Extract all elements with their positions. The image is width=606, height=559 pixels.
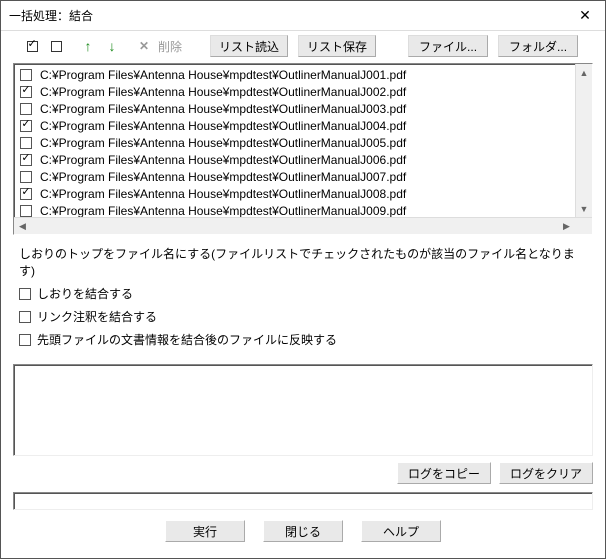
list-save-button[interactable]: リスト保存 bbox=[298, 35, 376, 57]
close-icon: ✕ bbox=[579, 7, 591, 24]
vertical-scrollbar[interactable]: ▲ ▼ bbox=[575, 64, 592, 217]
close-button[interactable]: ✕ bbox=[565, 1, 605, 31]
file-list-panel: C:¥Program Files¥Antenna House¥mpdtest¥O… bbox=[13, 63, 593, 235]
file-checkbox[interactable] bbox=[20, 205, 32, 217]
scroll-corner bbox=[575, 218, 592, 234]
file-checkbox[interactable] bbox=[20, 120, 32, 132]
file-row[interactable]: C:¥Program Files¥Antenna House¥mpdtest¥O… bbox=[14, 185, 592, 202]
close-dialog-button[interactable]: 閉じる bbox=[263, 520, 343, 542]
log-textarea[interactable] bbox=[13, 364, 593, 456]
file-path: C:¥Program Files¥Antenna House¥mpdtest¥O… bbox=[40, 85, 406, 99]
help-button[interactable]: ヘルプ bbox=[361, 520, 441, 542]
add-file-button[interactable]: ファイル... bbox=[408, 35, 488, 57]
move-down-button[interactable]: ↓ bbox=[101, 36, 123, 56]
file-checkbox[interactable] bbox=[20, 188, 32, 200]
titlebar: 一括処理：結合 ✕ bbox=[1, 1, 605, 31]
delete-button[interactable]: ✕ bbox=[133, 36, 155, 56]
merge-link-annots-label: リンク注釈を結合する bbox=[37, 308, 157, 325]
scroll-right-icon[interactable]: ▶ bbox=[558, 218, 575, 234]
scroll-left-icon[interactable]: ◀ bbox=[14, 218, 31, 234]
status-bar bbox=[13, 492, 593, 510]
file-checkbox[interactable] bbox=[20, 154, 32, 166]
delete-x-icon: ✕ bbox=[139, 40, 149, 52]
file-checkbox[interactable] bbox=[20, 137, 32, 149]
merge-link-annots-checkbox[interactable] bbox=[19, 311, 31, 323]
merge-bookmarks-checkbox[interactable] bbox=[19, 288, 31, 300]
apply-first-docinfo-label: 先頭ファイルの文書情報を結合後のファイルに反映する bbox=[37, 331, 337, 348]
run-button[interactable]: 実行 bbox=[165, 520, 245, 542]
apply-first-docinfo-checkbox[interactable] bbox=[19, 334, 31, 346]
file-row[interactable]: C:¥Program Files¥Antenna House¥mpdtest¥O… bbox=[14, 168, 592, 185]
options-panel: しおりのトップをファイル名にする(ファイルリストでチェックされたものが該当のファ… bbox=[1, 235, 605, 358]
file-row[interactable]: C:¥Program Files¥Antenna House¥mpdtest¥O… bbox=[14, 83, 592, 100]
add-folder-button[interactable]: フォルダ... bbox=[498, 35, 578, 57]
file-path: C:¥Program Files¥Antenna House¥mpdtest¥O… bbox=[40, 102, 406, 116]
merge-bookmarks-label: しおりを結合する bbox=[37, 285, 133, 302]
scroll-track[interactable] bbox=[576, 81, 592, 200]
delete-label: 削除 bbox=[158, 38, 182, 55]
file-path: C:¥Program Files¥Antenna House¥mpdtest¥O… bbox=[40, 170, 406, 184]
file-path: C:¥Program Files¥Antenna House¥mpdtest¥O… bbox=[40, 68, 406, 82]
check-all-button[interactable] bbox=[21, 36, 43, 56]
file-checkbox[interactable] bbox=[20, 86, 32, 98]
file-path: C:¥Program Files¥Antenna House¥mpdtest¥O… bbox=[40, 153, 406, 167]
list-load-button[interactable]: リスト読込 bbox=[210, 35, 288, 57]
clear-log-button[interactable]: ログをクリア bbox=[499, 462, 593, 484]
scroll-up-icon[interactable]: ▲ bbox=[576, 64, 592, 81]
scroll-track[interactable] bbox=[31, 218, 558, 234]
file-path: C:¥Program Files¥Antenna House¥mpdtest¥O… bbox=[40, 204, 406, 218]
arrow-up-icon: ↑ bbox=[85, 39, 92, 53]
log-buttons: ログをコピー ログをクリア bbox=[1, 456, 605, 490]
file-row[interactable]: C:¥Program Files¥Antenna House¥mpdtest¥O… bbox=[14, 100, 592, 117]
uncheck-all-button[interactable] bbox=[45, 36, 67, 56]
file-row[interactable]: C:¥Program Files¥Antenna House¥mpdtest¥O… bbox=[14, 117, 592, 134]
arrow-down-icon: ↓ bbox=[109, 39, 116, 53]
bookmark-top-note: しおりのトップをファイル名にする(ファイルリストでチェックされたものが該当のファ… bbox=[19, 245, 587, 279]
file-checkbox[interactable] bbox=[20, 69, 32, 81]
file-row[interactable]: C:¥Program Files¥Antenna House¥mpdtest¥O… bbox=[14, 66, 592, 83]
checkbox-empty-icon bbox=[51, 41, 62, 52]
file-checkbox[interactable] bbox=[20, 103, 32, 115]
file-path: C:¥Program Files¥Antenna House¥mpdtest¥O… bbox=[40, 119, 406, 133]
window-title: 一括処理：結合 bbox=[9, 7, 93, 24]
file-row[interactable]: C:¥Program Files¥Antenna House¥mpdtest¥O… bbox=[14, 151, 592, 168]
move-up-button[interactable]: ↑ bbox=[77, 36, 99, 56]
dialog-buttons: 実行 閉じる ヘルプ bbox=[1, 510, 605, 542]
checkbox-checked-icon bbox=[27, 41, 38, 52]
copy-log-button[interactable]: ログをコピー bbox=[397, 462, 491, 484]
scroll-down-icon[interactable]: ▼ bbox=[576, 200, 592, 217]
file-path: C:¥Program Files¥Antenna House¥mpdtest¥O… bbox=[40, 187, 406, 201]
file-path: C:¥Program Files¥Antenna House¥mpdtest¥O… bbox=[40, 136, 406, 150]
horizontal-scrollbar[interactable]: ◀ ▶ bbox=[14, 217, 592, 234]
file-row[interactable]: C:¥Program Files¥Antenna House¥mpdtest¥O… bbox=[14, 134, 592, 151]
file-list[interactable]: C:¥Program Files¥Antenna House¥mpdtest¥O… bbox=[14, 64, 592, 217]
toolbar: ↑ ↓ ✕ 削除 リスト読込 リスト保存 ファイル... フォルダ... bbox=[1, 31, 605, 61]
file-checkbox[interactable] bbox=[20, 171, 32, 183]
file-row[interactable]: C:¥Program Files¥Antenna House¥mpdtest¥O… bbox=[14, 202, 592, 217]
